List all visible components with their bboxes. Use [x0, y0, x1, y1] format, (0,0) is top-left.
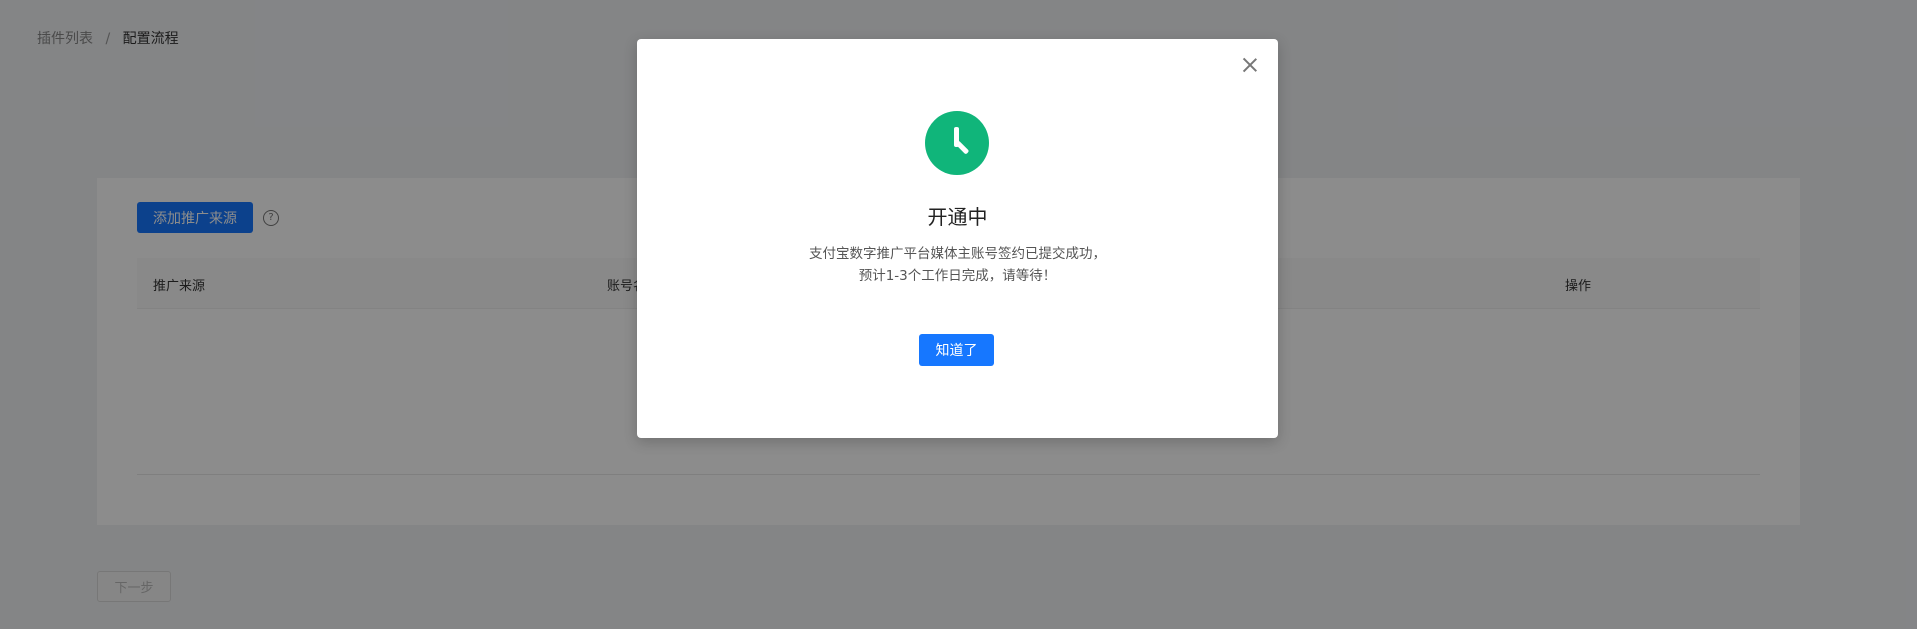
clock-icon — [925, 111, 989, 175]
status-modal: 开通中 支付宝数字推广平台媒体主账号签约已提交成功， 预计1-3个工作日完成，请… — [637, 39, 1278, 438]
modal-desc-line2: 预计1-3个工作日完成，请等待！ — [858, 268, 1057, 284]
modal-description: 支付宝数字推广平台媒体主账号签约已提交成功， 预计1-3个工作日完成，请等待！ — [637, 243, 1278, 287]
close-icon[interactable] — [1242, 57, 1258, 73]
modal-title: 开通中 — [927, 205, 988, 229]
modal-desc-line1: 支付宝数字推广平台媒体主账号签约已提交成功， — [809, 246, 1106, 262]
got-it-button[interactable]: 知道了 — [919, 334, 994, 366]
